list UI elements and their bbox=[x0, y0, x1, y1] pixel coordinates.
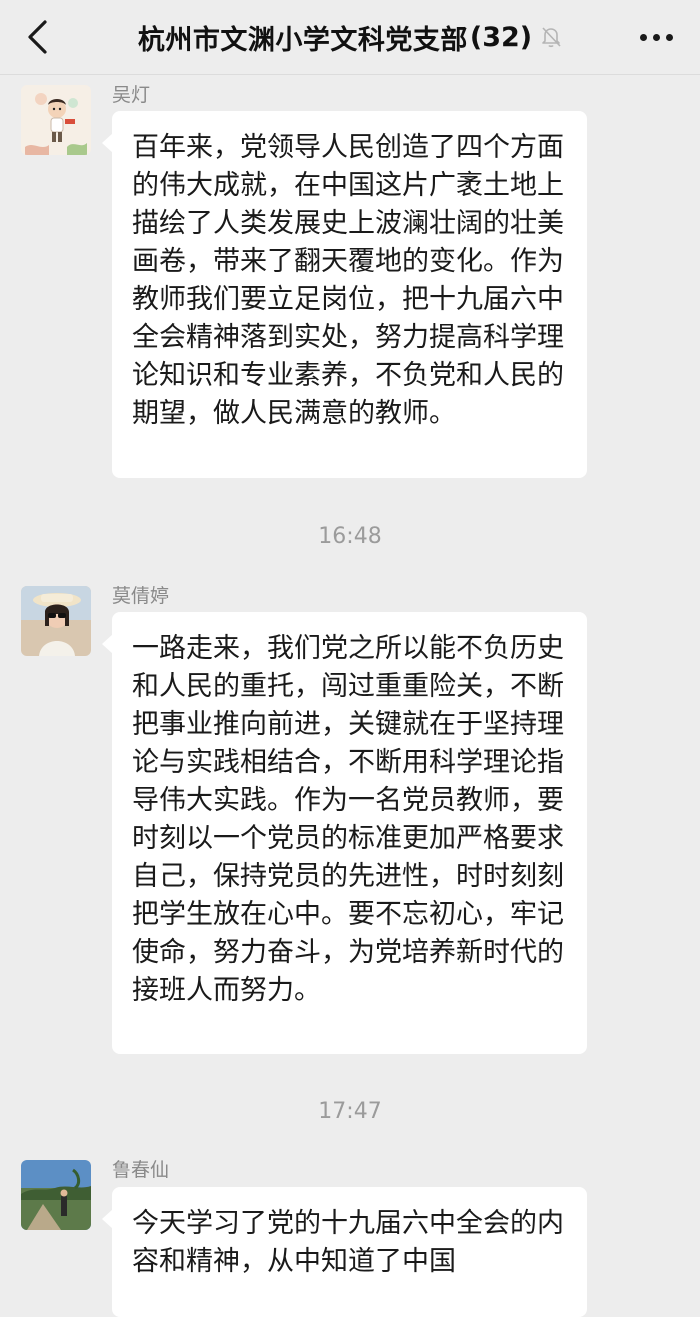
avatar-mo-qianting[interactable] bbox=[21, 586, 91, 656]
message-bubble[interactable]: 百年来，党领导人民创造了四个方面的伟大成就，在中国这片广袤土地上描绘了人类发展史… bbox=[102, 111, 587, 478]
photo-avatar-icon bbox=[21, 586, 91, 656]
photo-avatar-icon bbox=[21, 1160, 91, 1230]
avatar-lu-chunxian[interactable] bbox=[21, 1160, 91, 1230]
sender-name: 吴灯 bbox=[112, 84, 151, 106]
bell-muted-icon bbox=[542, 27, 561, 48]
more-dot bbox=[652, 33, 660, 41]
timestamp: 17:47 bbox=[318, 1099, 382, 1124]
more-dot bbox=[665, 33, 673, 41]
back-chevron-icon bbox=[28, 20, 47, 54]
more-button[interactable] bbox=[634, 20, 678, 54]
chat-header: 杭州市文渊小学文科党支部 (32) bbox=[0, 0, 700, 75]
sender-name: 莫倩婷 bbox=[112, 585, 170, 607]
timestamp: 16:48 bbox=[318, 524, 382, 549]
member-count: (32) bbox=[469, 21, 533, 53]
message-bubble[interactable]: 一路走来，我们党之所以能不负历史和人民的重托，闯过重重险关，不断把事业推向前进，… bbox=[102, 612, 587, 1054]
message-bubble[interactable]: 今天学习了党的十九届六中全会的内容和精神，从中知道了中国 bbox=[102, 1187, 587, 1317]
back-button[interactable] bbox=[18, 14, 58, 60]
sender-name: 鲁春仙 bbox=[112, 1159, 170, 1181]
avatar-wu-deng[interactable] bbox=[21, 85, 91, 155]
more-dots-icon bbox=[639, 33, 647, 41]
chat-title: 杭州市文渊小学文科党支部 bbox=[137, 24, 468, 56]
cartoon-avatar-icon bbox=[21, 85, 91, 155]
